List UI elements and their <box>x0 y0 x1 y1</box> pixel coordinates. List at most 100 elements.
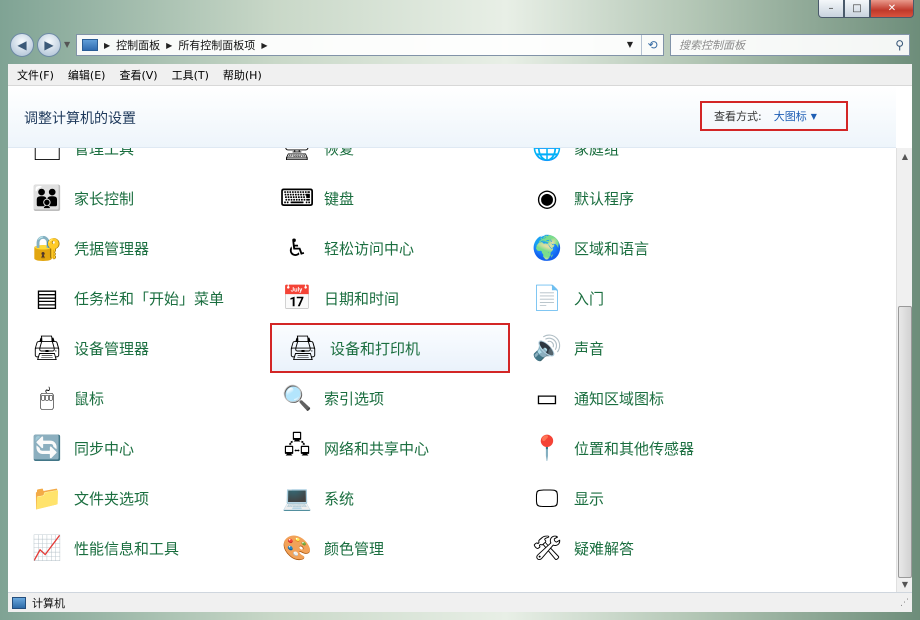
control-panel-item[interactable]: 📍 位置和其他传感器 <box>516 423 756 473</box>
chevron-right-icon[interactable]: ▶ <box>104 41 110 50</box>
control-panel-item[interactable]: ◉ 默认程序 <box>516 173 756 223</box>
control-panel-item-label: 通知区域图标 <box>574 389 665 408</box>
caret-down-icon[interactable]: ▼ <box>811 112 817 121</box>
control-panel-item-label: 显示 <box>574 489 605 508</box>
control-panel-item-label: 键盘 <box>324 189 355 208</box>
address-dropdown-icon[interactable]: ▼ <box>627 40 633 49</box>
control-panel-item-label: 默认程序 <box>574 189 635 208</box>
control-panel-item-label: 管理工具 <box>74 148 135 158</box>
control-panel-item[interactable]: 🖥 恢复 <box>266 148 506 173</box>
content-pane: 调整计算机的设置 查看方式: 大图标 ▼ 🗂 管理工具 🖥 恢复 🌐 家庭组 👪 家长控制 ⌨ 键… <box>8 86 912 592</box>
control-panel-item[interactable]: ♿ 轻松访问中心 <box>266 223 506 273</box>
control-panel-item[interactable]: ▭ 通知区域图标 <box>516 373 756 423</box>
chevron-right-icon[interactable]: ▶ <box>166 41 172 50</box>
credential-manager-icon: 🔐 <box>32 234 62 262</box>
display-icon: 🖵 <box>535 484 559 512</box>
menu-tools[interactable]: 工具(T) <box>165 67 216 83</box>
control-panel-icon <box>82 39 98 51</box>
menu-view[interactable]: 查看(V) <box>112 67 164 83</box>
status-text: 计算机 <box>32 596 65 610</box>
devices-printers-icon: 🖨 <box>287 334 319 362</box>
menu-help[interactable]: 帮助(H) <box>216 67 269 83</box>
scrollbar-thumb[interactable] <box>898 306 912 578</box>
control-panel-item[interactable]: ⌨ 键盘 <box>266 173 506 223</box>
date-time-icon: 📅 <box>282 284 312 312</box>
getting-started-icon: 📄 <box>532 284 562 312</box>
control-panel-item[interactable]: 💻 系统 <box>266 473 506 523</box>
troubleshooting-icon: 🛠 <box>531 534 563 562</box>
menu-edit[interactable]: 编辑(E) <box>61 67 113 83</box>
control-panel-item[interactable]: 🗂 管理工具 <box>16 148 256 173</box>
maximize-button[interactable]: □ <box>844 0 870 18</box>
view-by-selector[interactable]: 查看方式: 大图标 ▼ <box>700 101 848 131</box>
breadcrumb-control-panel[interactable]: 控制面板 <box>116 37 160 53</box>
control-panel-item[interactable]: 🖧 网络和共享中心 <box>266 423 506 473</box>
control-panel-item[interactable]: 🔐 凭据管理器 <box>16 223 256 273</box>
back-button[interactable]: ◀ <box>10 33 34 57</box>
control-panel-item-label: 任务栏和「开始」菜单 <box>74 289 225 308</box>
location-sensors-icon: 📍 <box>532 434 562 462</box>
sync-center-icon: 🔄 <box>32 434 62 462</box>
control-panel-item[interactable]: 🔍 索引选项 <box>266 373 506 423</box>
homegroup-icon: 🌐 <box>532 148 562 162</box>
control-panel-item-label: 轻松访问中心 <box>324 239 415 258</box>
parental-controls-icon: 👪 <box>32 184 62 212</box>
control-panel-item-label: 索引选项 <box>324 389 385 408</box>
control-panel-item[interactable]: 🌍 区域和语言 <box>516 223 756 273</box>
search-icon[interactable]: ⚲ <box>895 38 904 52</box>
chevron-right-icon[interactable]: ▶ <box>261 41 267 50</box>
control-panel-item[interactable]: 📅 日期和时间 <box>266 273 506 323</box>
control-panel-item-label: 网络和共享中心 <box>324 439 430 458</box>
refresh-icon[interactable]: ⟲ <box>641 35 663 55</box>
resize-grip-icon[interactable]: ⋰ <box>900 598 909 608</box>
scroll-up-arrow-icon[interactable]: ▲ <box>897 148 912 164</box>
control-panel-item[interactable]: 🖨 设备管理器 <box>16 323 256 373</box>
control-panel-item[interactable]: 📄 入门 <box>516 273 756 323</box>
control-panel-item[interactable]: 🌐 家庭组 <box>516 148 756 173</box>
control-panel-item-label: 恢复 <box>324 148 355 158</box>
vertical-scrollbar[interactable]: ▲ ▼ <box>896 148 912 592</box>
title-bar: – □ ✕ <box>0 0 920 28</box>
menu-file[interactable]: 文件(F) <box>10 67 61 83</box>
control-panel-items-grid: 🗂 管理工具 🖥 恢复 🌐 家庭组 👪 家长控制 ⌨ 键盘 ◉ 默认程序 🔐 凭据管理器 ♿ 轻松访问中心 🌍 区… <box>8 148 896 592</box>
control-panel-item-label: 入门 <box>574 289 605 308</box>
control-panel-item[interactable]: 👪 家长控制 <box>16 173 256 223</box>
control-panel-item[interactable]: 📈 性能信息和工具 <box>16 523 256 573</box>
view-by-label: 查看方式: <box>714 110 762 123</box>
control-panel-item-label: 区域和语言 <box>574 239 650 258</box>
control-panel-item[interactable]: 🖱 鼠标 <box>16 373 256 423</box>
control-panel-item[interactable]: 📁 文件夹选项 <box>16 473 256 523</box>
sound-icon: 🔊 <box>532 334 562 362</box>
control-panel-item[interactable]: ▤ 任务栏和「开始」菜单 <box>16 273 256 323</box>
control-panel-item[interactable]: 🖵 显示 <box>516 473 756 523</box>
folder-options-icon: 📁 <box>32 484 62 512</box>
view-by-value[interactable]: 大图标 <box>774 108 807 124</box>
scroll-down-arrow-icon[interactable]: ▼ <box>897 576 912 592</box>
search-input[interactable]: 搜索控制面板 ⚲ <box>670 34 910 56</box>
computer-icon <box>12 596 26 609</box>
control-panel-item-label: 位置和其他传感器 <box>574 439 695 458</box>
device-manager-icon: 🖨 <box>31 334 63 362</box>
breadcrumb-all-items[interactable]: 所有控制面板项 <box>178 37 255 53</box>
control-panel-item-label: 家庭组 <box>574 148 620 158</box>
forward-button[interactable]: ▶ <box>37 33 61 57</box>
address-bar[interactable]: ▶ 控制面板 ▶ 所有控制面板项 ▶ ▼ ⟲ <box>76 34 664 56</box>
control-panel-item-label: 鼠标 <box>74 389 105 408</box>
control-panel-item[interactable]: 🔄 同步中心 <box>16 423 256 473</box>
control-panel-item-label: 同步中心 <box>74 439 135 458</box>
recent-pages-dropdown-icon[interactable]: ▼ <box>64 40 70 49</box>
control-panel-item[interactable]: 🎨 颜色管理 <box>266 523 506 573</box>
keyboard-icon: ⌨ <box>279 184 315 212</box>
menu-bar: 文件(F) 编辑(E) 查看(V) 工具(T) 帮助(H) <box>8 64 912 86</box>
control-panel-item-label: 凭据管理器 <box>74 239 150 258</box>
close-button[interactable]: ✕ <box>870 0 914 18</box>
control-panel-item-label: 性能信息和工具 <box>74 539 180 558</box>
search-placeholder: 搜索控制面板 <box>679 39 745 52</box>
control-panel-item[interactable]: 🔊 声音 <box>516 323 756 373</box>
minimize-button[interactable]: – <box>818 0 844 18</box>
caption-buttons: – □ ✕ <box>818 0 914 18</box>
recovery-icon: 🖥 <box>281 148 313 162</box>
control-panel-item[interactable]: 🛠 疑难解答 <box>516 523 756 573</box>
system-icon: 💻 <box>282 484 312 512</box>
control-panel-item[interactable]: 🖨 设备和打印机 <box>270 323 510 373</box>
